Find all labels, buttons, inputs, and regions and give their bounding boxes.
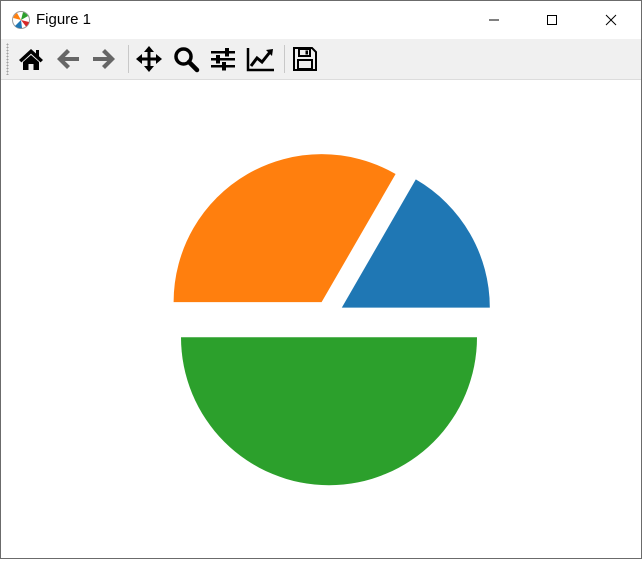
toolbar-grip[interactable] <box>6 43 9 75</box>
toolbar-separator <box>128 45 129 73</box>
navigation-toolbar <box>1 39 641 80</box>
close-button[interactable] <box>582 1 640 39</box>
pie-slice-3 <box>181 337 477 486</box>
minimize-button[interactable] <box>465 1 523 39</box>
maximize-button[interactable] <box>523 1 581 39</box>
matplotlib-logo-icon <box>11 10 31 30</box>
minimize-icon <box>489 19 499 21</box>
title-bar[interactable]: Figure 1 <box>1 1 641 39</box>
line-chart-icon <box>246 48 274 72</box>
arrow-left-icon <box>57 49 79 69</box>
window-title: Figure 1 <box>36 11 92 28</box>
home-icon <box>19 49 43 70</box>
close-icon <box>605 14 617 26</box>
toolbar-separator <box>284 45 285 73</box>
configure-subplots-button[interactable] <box>206 41 240 77</box>
move-icon <box>136 46 162 72</box>
magnifier-icon <box>174 47 200 73</box>
pan-button[interactable] <box>132 41 166 77</box>
forward-button[interactable] <box>87 41 121 77</box>
figure-canvas[interactable] <box>1 80 641 558</box>
maximize-icon <box>547 15 557 25</box>
edit-axes-button[interactable] <box>244 41 278 77</box>
zoom-button[interactable] <box>169 41 203 77</box>
arrow-right-icon <box>93 49 115 69</box>
sliders-icon <box>211 48 235 71</box>
figure-window: Figure 1 <box>0 0 642 559</box>
home-button[interactable] <box>14 41 48 77</box>
back-button[interactable] <box>51 41 85 77</box>
pie-chart <box>173 154 490 486</box>
floppy-disk-icon <box>293 47 317 71</box>
save-button[interactable] <box>288 41 322 77</box>
